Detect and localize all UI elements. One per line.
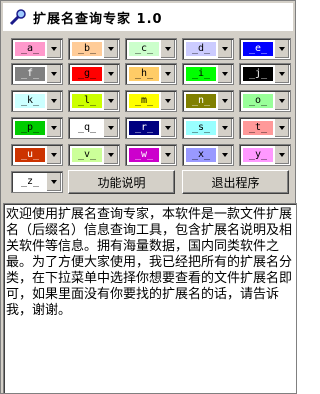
exit-button[interactable]: 退出程序 — [182, 170, 289, 194]
chevron-down-icon[interactable] — [160, 92, 175, 110]
combo-swatch: _h_ — [129, 67, 159, 81]
extension-combo-r[interactable]: _r_ — [125, 117, 177, 139]
chevron-down-icon[interactable] — [274, 65, 289, 83]
chevron-down-icon[interactable] — [217, 119, 232, 137]
chevron-down-icon[interactable] — [46, 92, 61, 110]
combo-swatch: _d_ — [186, 42, 216, 56]
extension-combo-w[interactable]: _w_ — [125, 144, 177, 166]
extension-combo-n[interactable]: _n_ — [182, 90, 234, 112]
combo-swatch: _t_ — [243, 121, 273, 135]
chevron-down-icon[interactable] — [103, 65, 118, 83]
extension-combo-o[interactable]: _o_ — [239, 90, 291, 112]
combo-swatch: _b_ — [72, 42, 102, 56]
chevron-down-icon[interactable] — [103, 146, 118, 164]
app-window: 扩展名查询专家 1.0 _a_ _b_ _c_ _d_ _e_ _f_ _g_ _h_ _i_ _… — [0, 0, 297, 394]
combo-swatch: _q_ — [72, 121, 102, 135]
combo-swatch: _y_ — [243, 148, 273, 162]
chevron-down-icon[interactable] — [160, 119, 175, 137]
extension-combo-x[interactable]: _x_ — [182, 144, 234, 166]
combo-swatch: _i_ — [186, 67, 216, 81]
chevron-down-icon[interactable] — [274, 40, 289, 58]
extension-combo-z[interactable]: _z_ — [11, 171, 63, 193]
extension-combo-d[interactable]: _d_ — [182, 38, 234, 60]
combo-swatch: _w_ — [129, 148, 159, 162]
chevron-down-icon[interactable] — [46, 173, 61, 191]
combo-swatch: _m_ — [129, 94, 159, 108]
combo-swatch: _v_ — [72, 148, 102, 162]
chevron-down-icon[interactable] — [217, 40, 232, 58]
combo-swatch: _x_ — [186, 148, 216, 162]
combo-swatch: _u_ — [15, 148, 45, 162]
combo-swatch: _c_ — [129, 42, 159, 56]
extension-combo-i[interactable]: _i_ — [182, 63, 234, 85]
extension-combo-k[interactable]: _k_ — [11, 90, 63, 112]
extension-combo-m[interactable]: _m_ — [125, 90, 177, 112]
combo-swatch: _g_ — [72, 67, 102, 81]
extension-combo-s[interactable]: _s_ — [182, 117, 234, 139]
combo-swatch: _j_ — [243, 67, 273, 81]
chevron-down-icon[interactable] — [103, 119, 118, 137]
extension-combo-l[interactable]: _l_ — [68, 90, 120, 112]
extension-combo-u[interactable]: _u_ — [11, 144, 63, 166]
chevron-down-icon[interactable] — [46, 119, 61, 137]
combo-swatch: _a_ — [15, 42, 45, 56]
extension-combo-f[interactable]: _f_ — [11, 63, 63, 85]
extension-combo-p[interactable]: _p_ — [11, 117, 63, 139]
chevron-down-icon[interactable] — [274, 119, 289, 137]
extension-combo-y[interactable]: _y_ — [239, 144, 291, 166]
chevron-down-icon[interactable] — [217, 146, 232, 164]
extension-panel: _a_ _b_ _c_ _d_ _e_ _f_ _g_ _h_ _i_ _j_ _k_ _l_ _m_ _… — [3, 31, 293, 199]
combo-swatch: _p_ — [15, 121, 45, 135]
combo-swatch: _z_ — [15, 175, 45, 189]
extension-combo-b[interactable]: _b_ — [68, 38, 120, 60]
extension-combo-c[interactable]: _c_ — [125, 38, 177, 60]
chevron-down-icon[interactable] — [103, 92, 118, 110]
chevron-down-icon[interactable] — [46, 40, 61, 58]
extension-combo-t[interactable]: _t_ — [239, 117, 291, 139]
window-title: 扩展名查询专家 1.0 — [33, 11, 163, 27]
title-bar: 扩展名查询专家 1.0 — [3, 3, 293, 31]
combo-swatch: _s_ — [186, 121, 216, 135]
chevron-down-icon[interactable] — [46, 65, 61, 83]
chevron-down-icon[interactable] — [46, 146, 61, 164]
extension-combo-e[interactable]: _e_ — [239, 38, 291, 60]
combo-swatch: _l_ — [72, 94, 102, 108]
help-button[interactable]: 功能说明 — [68, 170, 175, 194]
extension-combo-j[interactable]: _j_ — [239, 63, 291, 85]
combo-swatch: _r_ — [129, 121, 159, 135]
extension-combo-a[interactable]: _a_ — [11, 38, 63, 60]
chevron-down-icon[interactable] — [217, 92, 232, 110]
chevron-down-icon[interactable] — [160, 40, 175, 58]
chevron-down-icon[interactable] — [160, 65, 175, 83]
extension-combo-g[interactable]: _g_ — [68, 63, 120, 85]
chevron-down-icon[interactable] — [274, 92, 289, 110]
magnifier-icon — [7, 6, 29, 28]
description-text[interactable]: 欢迎使用扩展名查询专家，本软件是一款文件扩展名（后缀名）信息查询工具，包含扩展名… — [3, 203, 297, 394]
combo-swatch: _e_ — [243, 42, 273, 56]
chevron-down-icon[interactable] — [103, 40, 118, 58]
chevron-down-icon[interactable] — [160, 146, 175, 164]
combo-swatch: _n_ — [186, 94, 216, 108]
extension-combo-h[interactable]: _h_ — [125, 63, 177, 85]
chevron-down-icon[interactable] — [217, 65, 232, 83]
chevron-down-icon[interactable] — [274, 146, 289, 164]
combo-swatch: _o_ — [243, 94, 273, 108]
combo-swatch: _k_ — [15, 94, 45, 108]
combo-swatch: _f_ — [15, 67, 45, 81]
extension-combo-v[interactable]: _v_ — [68, 144, 120, 166]
extension-combo-q[interactable]: _q_ — [68, 117, 120, 139]
